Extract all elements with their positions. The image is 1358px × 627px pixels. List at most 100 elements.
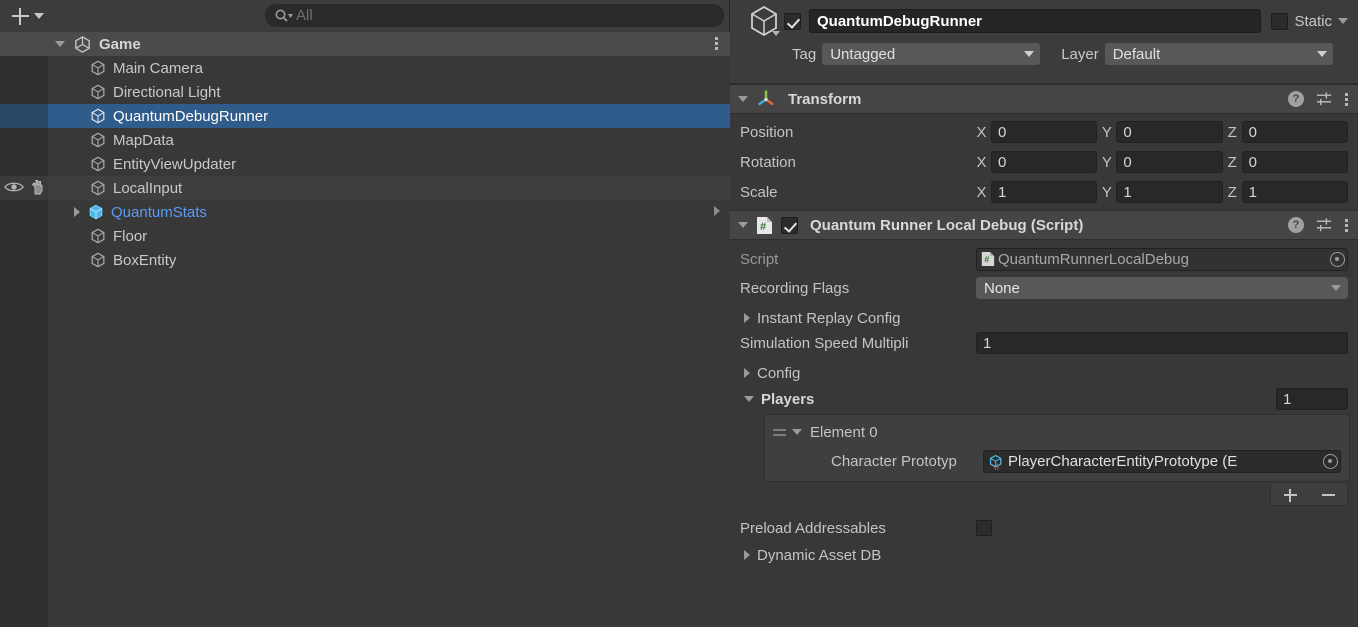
transform-gizmo-icon (758, 90, 774, 106)
gameobject-icon[interactable] (744, 1, 784, 41)
transform-component-header[interactable]: Transform ? (730, 84, 1358, 114)
unity-scene-icon (75, 35, 90, 53)
hierarchy-item-entityviewupdater[interactable]: EntityViewUpdater (0, 152, 730, 176)
instant-replay-config-foldout[interactable]: Instant Replay Config (740, 305, 1348, 331)
gameobject-enabled-checkbox[interactable] (784, 12, 801, 30)
axis-x-label: X (976, 153, 987, 171)
rotation-x-input[interactable]: 0 (991, 151, 1098, 173)
simulation-speed-input[interactable]: 1 (976, 332, 1348, 354)
position-z-value: 0 (1248, 123, 1257, 141)
object-picker-icon[interactable] (1323, 453, 1338, 469)
hierarchy-item-label: LocalInput (113, 179, 183, 197)
gameobject-icon (91, 60, 105, 76)
script-component-header[interactable]: # Quantum Runner Local Debug (Script) ? (730, 210, 1358, 240)
hierarchy-scene-label: Game (99, 35, 141, 53)
rotation-z-input[interactable]: 0 (1241, 151, 1348, 173)
hierarchy-item-quantumdebugrunner[interactable]: QuantumDebugRunner (0, 104, 730, 128)
players-foldout[interactable]: Players 1 (740, 386, 1348, 412)
players-label: Players (761, 390, 815, 408)
static-toggle-group[interactable]: Static (1271, 12, 1348, 30)
script-enabled-checkbox[interactable] (781, 216, 798, 234)
layer-dropdown[interactable]: Default (1104, 43, 1333, 65)
kebab-menu-icon[interactable] (1345, 218, 1348, 232)
chevron-down-icon[interactable] (772, 31, 780, 36)
simulation-speed-label: Simulation Speed Multipli (740, 334, 909, 352)
kebab-menu-icon[interactable] (1345, 92, 1348, 106)
scale-y-input[interactable]: 1 (1116, 181, 1223, 203)
position-y-value: 0 (1123, 123, 1132, 141)
scale-y-value: 1 (1123, 183, 1132, 201)
hand-pointer-icon[interactable] (29, 179, 46, 195)
players-count-input[interactable]: 1 (1276, 388, 1348, 410)
preload-addressables-checkbox[interactable] (976, 520, 992, 536)
players-list-buttons (1270, 484, 1348, 506)
recording-flags-value: None (984, 279, 1020, 297)
gameobject-name-value: QuantumDebugRunner (817, 12, 982, 30)
prefab-icon (89, 204, 103, 220)
recording-flags-dropdown[interactable]: None (976, 277, 1348, 299)
axis-z-label: Z (1227, 123, 1237, 141)
rotation-x-value: 0 (998, 153, 1007, 171)
collapse-triangle-icon[interactable] (792, 429, 802, 435)
position-y-input[interactable]: 0 (1116, 121, 1223, 143)
hierarchy-item-directional-light[interactable]: Directional Light (0, 80, 730, 104)
dynamic-asset-db-foldout[interactable]: Dynamic Asset DB (740, 542, 1348, 568)
transform-component-body: Position X 0 Y 0 Z 0 Rotation X 0 Y 0 Z (730, 114, 1358, 210)
tag-dropdown[interactable]: Untagged (822, 43, 1041, 65)
eye-icon[interactable] (4, 180, 24, 194)
scene-expand-triangle[interactable] (55, 41, 65, 47)
create-gameobject-button[interactable] (12, 7, 44, 25)
preset-settings-icon[interactable] (1316, 91, 1333, 107)
gameobject-icon (91, 180, 105, 196)
hierarchy-item-label: QuantumStats (111, 203, 207, 221)
hierarchy-item-floor[interactable]: Floor (0, 224, 730, 248)
gameobject-name-input[interactable]: QuantumDebugRunner (809, 9, 1262, 33)
chevron-down-icon (1331, 285, 1341, 291)
script-expand-triangle[interactable] (738, 222, 748, 228)
static-checkbox[interactable] (1271, 12, 1289, 30)
position-z-input[interactable]: 0 (1241, 121, 1348, 143)
script-title: Quantum Runner Local Debug (Script) (810, 216, 1084, 234)
object-picker-icon[interactable] (1330, 251, 1345, 267)
hierarchy-item-quantumstats[interactable]: QuantumStats (0, 200, 730, 224)
help-icon[interactable]: ? (1288, 91, 1304, 107)
hierarchy-search-field[interactable]: All (265, 4, 724, 27)
recording-flags-label: Recording Flags (740, 279, 850, 297)
hierarchy-item-main-camera[interactable]: Main Camera (0, 56, 730, 80)
hierarchy-item-label: BoxEntity (113, 251, 177, 269)
scale-z-input[interactable]: 1 (1241, 181, 1348, 203)
search-icon (275, 9, 293, 22)
drag-handle-icon[interactable] (773, 428, 786, 436)
prefab-open-chevron-icon[interactable] (714, 206, 720, 216)
position-x-input[interactable]: 0 (991, 121, 1098, 143)
expand-triangle-icon[interactable] (744, 313, 750, 323)
transform-expand-triangle[interactable] (738, 96, 748, 102)
visibility-pickability-toggles[interactable] (4, 179, 46, 195)
hierarchy-item-localinput[interactable]: LocalInput (0, 176, 730, 200)
collapse-triangle-icon[interactable] (744, 396, 754, 402)
hierarchy-panel: All Game Main Camera Directional Light Q… (0, 0, 730, 627)
players-element-0-row[interactable]: Element 0 (773, 421, 1341, 443)
help-icon[interactable]: ? (1288, 217, 1304, 233)
expand-triangle-icon[interactable] (74, 207, 80, 217)
axis-y-label: Y (1101, 183, 1112, 201)
kebab-menu-icon[interactable] (715, 37, 718, 50)
gameobject-icon (91, 132, 105, 148)
rotation-y-input[interactable]: 0 (1116, 151, 1223, 173)
hierarchy-item-mapdata[interactable]: MapData (0, 128, 730, 152)
script-object-field[interactable]: # QuantumRunnerLocalDebug (976, 247, 1348, 271)
hierarchy-item-boxentity[interactable]: BoxEntity (0, 248, 730, 272)
remove-element-button[interactable] (1320, 487, 1336, 503)
hierarchy-tree: Game Main Camera Directional Light Quant… (0, 32, 730, 627)
hierarchy-scene-row[interactable]: Game (0, 32, 730, 56)
chevron-down-icon[interactable] (1338, 18, 1348, 24)
scale-x-input[interactable]: 1 (991, 181, 1098, 203)
expand-triangle-icon[interactable] (744, 550, 750, 560)
expand-triangle-icon[interactable] (744, 368, 750, 378)
scale-z-value: 1 (1248, 183, 1257, 201)
hierarchy-item-label: EntityViewUpdater (113, 155, 237, 173)
character-prototype-object-field[interactable]: () PlayerCharacterEntityPrototype (E (983, 449, 1341, 473)
config-foldout[interactable]: Config (740, 360, 1348, 386)
preset-settings-icon[interactable] (1316, 217, 1333, 233)
add-element-button[interactable] (1282, 487, 1298, 503)
